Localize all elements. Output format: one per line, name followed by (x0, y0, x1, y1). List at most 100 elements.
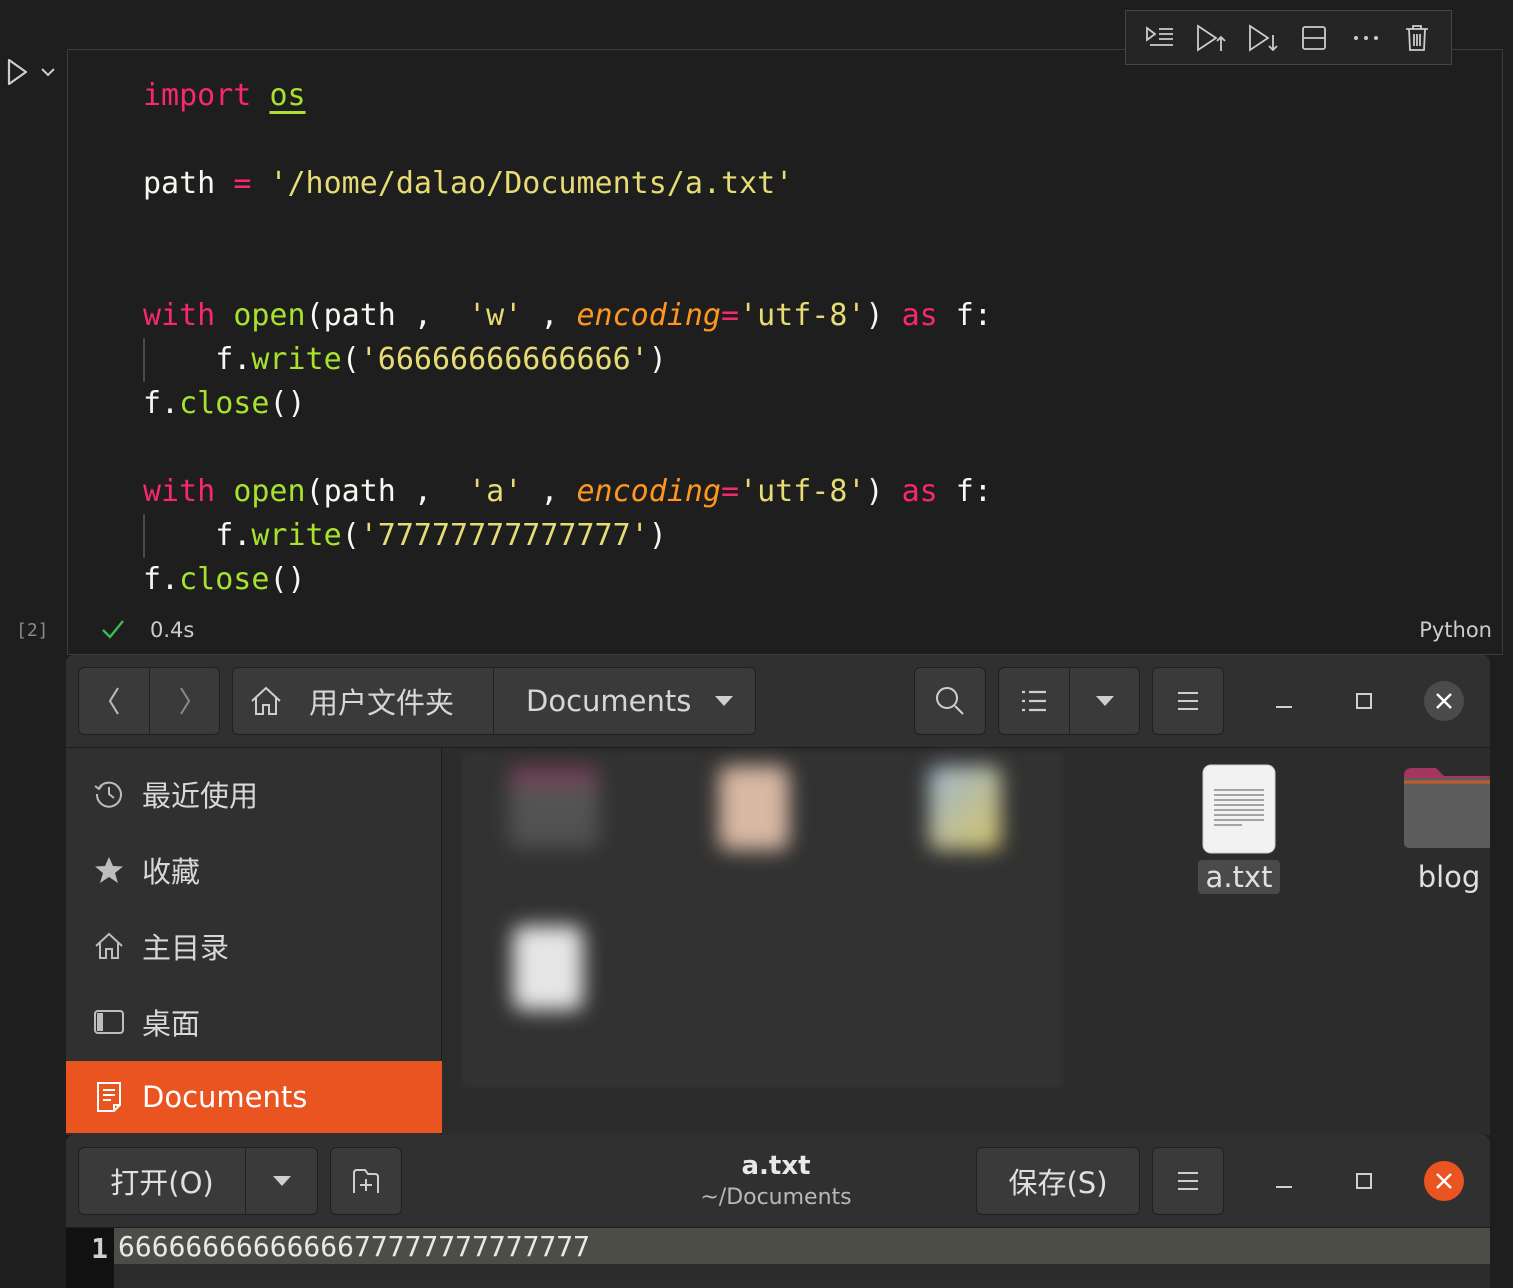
close-icon (1436, 693, 1452, 709)
places-sidebar: 最近使用 收藏 主目录 桌面 Documents (66, 748, 442, 1135)
code-line-7: f.write('77777777777777') (143, 518, 667, 553)
delete-icon[interactable] (1399, 20, 1435, 56)
menu-button[interactable] (1152, 667, 1224, 735)
desktop-icon (92, 1005, 126, 1039)
dropdown-arrow-icon (715, 696, 733, 706)
back-button[interactable] (79, 668, 149, 734)
run-up-icon[interactable] (1193, 20, 1229, 56)
blurred-folder-icon (509, 768, 599, 848)
breadcrumb-current[interactable]: Documents (494, 668, 756, 734)
breadcrumb: 用户文件夹 Documents (232, 667, 756, 735)
dropdown-arrow-icon (273, 1176, 291, 1186)
kernel-language[interactable]: Python (1419, 618, 1492, 642)
view-options-button[interactable] (1070, 668, 1140, 734)
text-area[interactable]: 1 6666666666666677777777777777 (66, 1228, 1490, 1288)
sidebar-item-recent[interactable]: 最近使用 (66, 758, 442, 830)
execution-duration: 0.4s (150, 618, 195, 642)
code-line-6: with open(path , 'a' , encoding='utf-8')… (143, 474, 992, 509)
hamburger-icon (1178, 1172, 1198, 1190)
maximize-button[interactable] (1344, 681, 1384, 721)
document-icon (92, 1080, 126, 1114)
sidebar-item-desktop[interactable]: 桌面 (66, 986, 442, 1058)
blurred-image-icon (719, 766, 789, 850)
file-item-a-txt[interactable]: a.txt (1127, 764, 1351, 894)
open-button-group: 打开(O) (78, 1147, 318, 1215)
maximize-icon (1356, 693, 1372, 709)
star-icon (92, 853, 126, 887)
editor-headerbar: 打开(O) a.txt ~/Documents 保存(S) (66, 1135, 1490, 1228)
code-line-5: f.close() (143, 386, 306, 421)
sidebar-item-label: 收藏 (142, 855, 201, 889)
minimize-icon (1276, 1186, 1292, 1188)
document-title: a.txt (741, 1151, 811, 1181)
folder-icon (1404, 768, 1490, 848)
close-button[interactable] (1424, 681, 1464, 721)
minimize-button[interactable] (1264, 1161, 1304, 1201)
minimize-button[interactable] (1264, 681, 1304, 721)
close-button[interactable] (1424, 1161, 1464, 1201)
cell-gutter: [2] (0, 0, 66, 655)
file-item-blog[interactable]: blog (1337, 764, 1490, 894)
blurred-file-icon (513, 926, 583, 1010)
chevron-right-icon (180, 687, 191, 715)
code-line-8: f.close() (143, 562, 306, 597)
clock-icon (92, 777, 126, 811)
hamburger-icon (1178, 692, 1198, 710)
file-name: a.txt (1197, 860, 1281, 894)
sidebar-item-label: Documents (142, 1080, 308, 1114)
minimize-icon (1276, 706, 1292, 708)
code-line-2: path = '/home/dalao/Documents/a.txt' (143, 166, 794, 201)
view-button-group (998, 667, 1140, 735)
sidebar-item-label: 主目录 (142, 931, 230, 965)
home-icon (251, 686, 281, 715)
file-name: blog (1417, 860, 1481, 894)
run-down-icon[interactable] (1245, 20, 1281, 56)
text-editor-window: 打开(O) a.txt ~/Documents 保存(S) 1 66666666… (66, 1135, 1490, 1288)
open-button[interactable]: 打开(O) (79, 1148, 245, 1214)
home-icon (92, 929, 126, 963)
chevron-left-icon (108, 687, 119, 715)
document-path: ~/Documents (700, 1185, 852, 1210)
run-cell-icon[interactable] (4, 56, 30, 88)
sidebar-item-label: 最近使用 (142, 779, 259, 813)
split-cell-icon[interactable] (1296, 20, 1332, 56)
code-line-4: f.write('66666666666666') (143, 342, 667, 377)
code-line-1: import os (143, 78, 306, 113)
forward-button[interactable] (150, 668, 220, 734)
close-icon (1436, 1173, 1452, 1189)
text-file-icon (1202, 764, 1276, 854)
search-button[interactable] (914, 667, 986, 735)
sidebar-item-home[interactable]: 主目录 (66, 910, 442, 982)
file-grid: a.txt blog (443, 748, 1490, 1135)
blurred-image-icon (929, 766, 1001, 850)
sidebar-item-documents[interactable]: Documents (66, 1061, 442, 1133)
execution-count: [2] (16, 620, 49, 641)
new-tab-icon (353, 1169, 379, 1193)
new-tab-button[interactable] (330, 1147, 402, 1215)
sidebar-item-starred[interactable]: 收藏 (66, 834, 442, 906)
dropdown-arrow-icon (1096, 696, 1114, 706)
open-recent-button[interactable] (246, 1148, 318, 1214)
files-window: 用户文件夹 Documents 最近使用 收藏 主目录 桌面 Documents… (66, 655, 1490, 1135)
maximize-icon (1356, 1173, 1372, 1189)
list-view-icon (1022, 690, 1046, 712)
save-button[interactable]: 保存(S) (976, 1147, 1140, 1215)
nav-button-group (78, 667, 220, 735)
breadcrumb-home[interactable]: 用户文件夹 (233, 668, 493, 734)
more-icon[interactable] (1348, 20, 1384, 56)
execute-above-icon[interactable] (1142, 20, 1178, 56)
files-headerbar: 用户文件夹 Documents (66, 655, 1490, 748)
success-check-icon (100, 616, 126, 642)
search-icon (936, 687, 964, 715)
code-line-3: with open(path , 'w' , encoding='utf-8')… (143, 298, 992, 333)
list-view-button[interactable] (999, 668, 1069, 734)
editor-menu-button[interactable] (1152, 1147, 1224, 1215)
code-cell[interactable]: import os path = '/home/dalao/Documents/… (67, 49, 1503, 655)
sidebar-item-label: 桌面 (142, 1007, 201, 1041)
line-number: 1 (66, 1228, 114, 1288)
editor-line-text[interactable]: 6666666666666677777777777777 (118, 1230, 590, 1263)
code-editor[interactable]: import os path = '/home/dalao/Documents/… (143, 70, 992, 597)
chevron-down-icon[interactable] (38, 60, 58, 84)
cell-toolbar (1125, 10, 1452, 65)
maximize-button[interactable] (1344, 1161, 1384, 1201)
